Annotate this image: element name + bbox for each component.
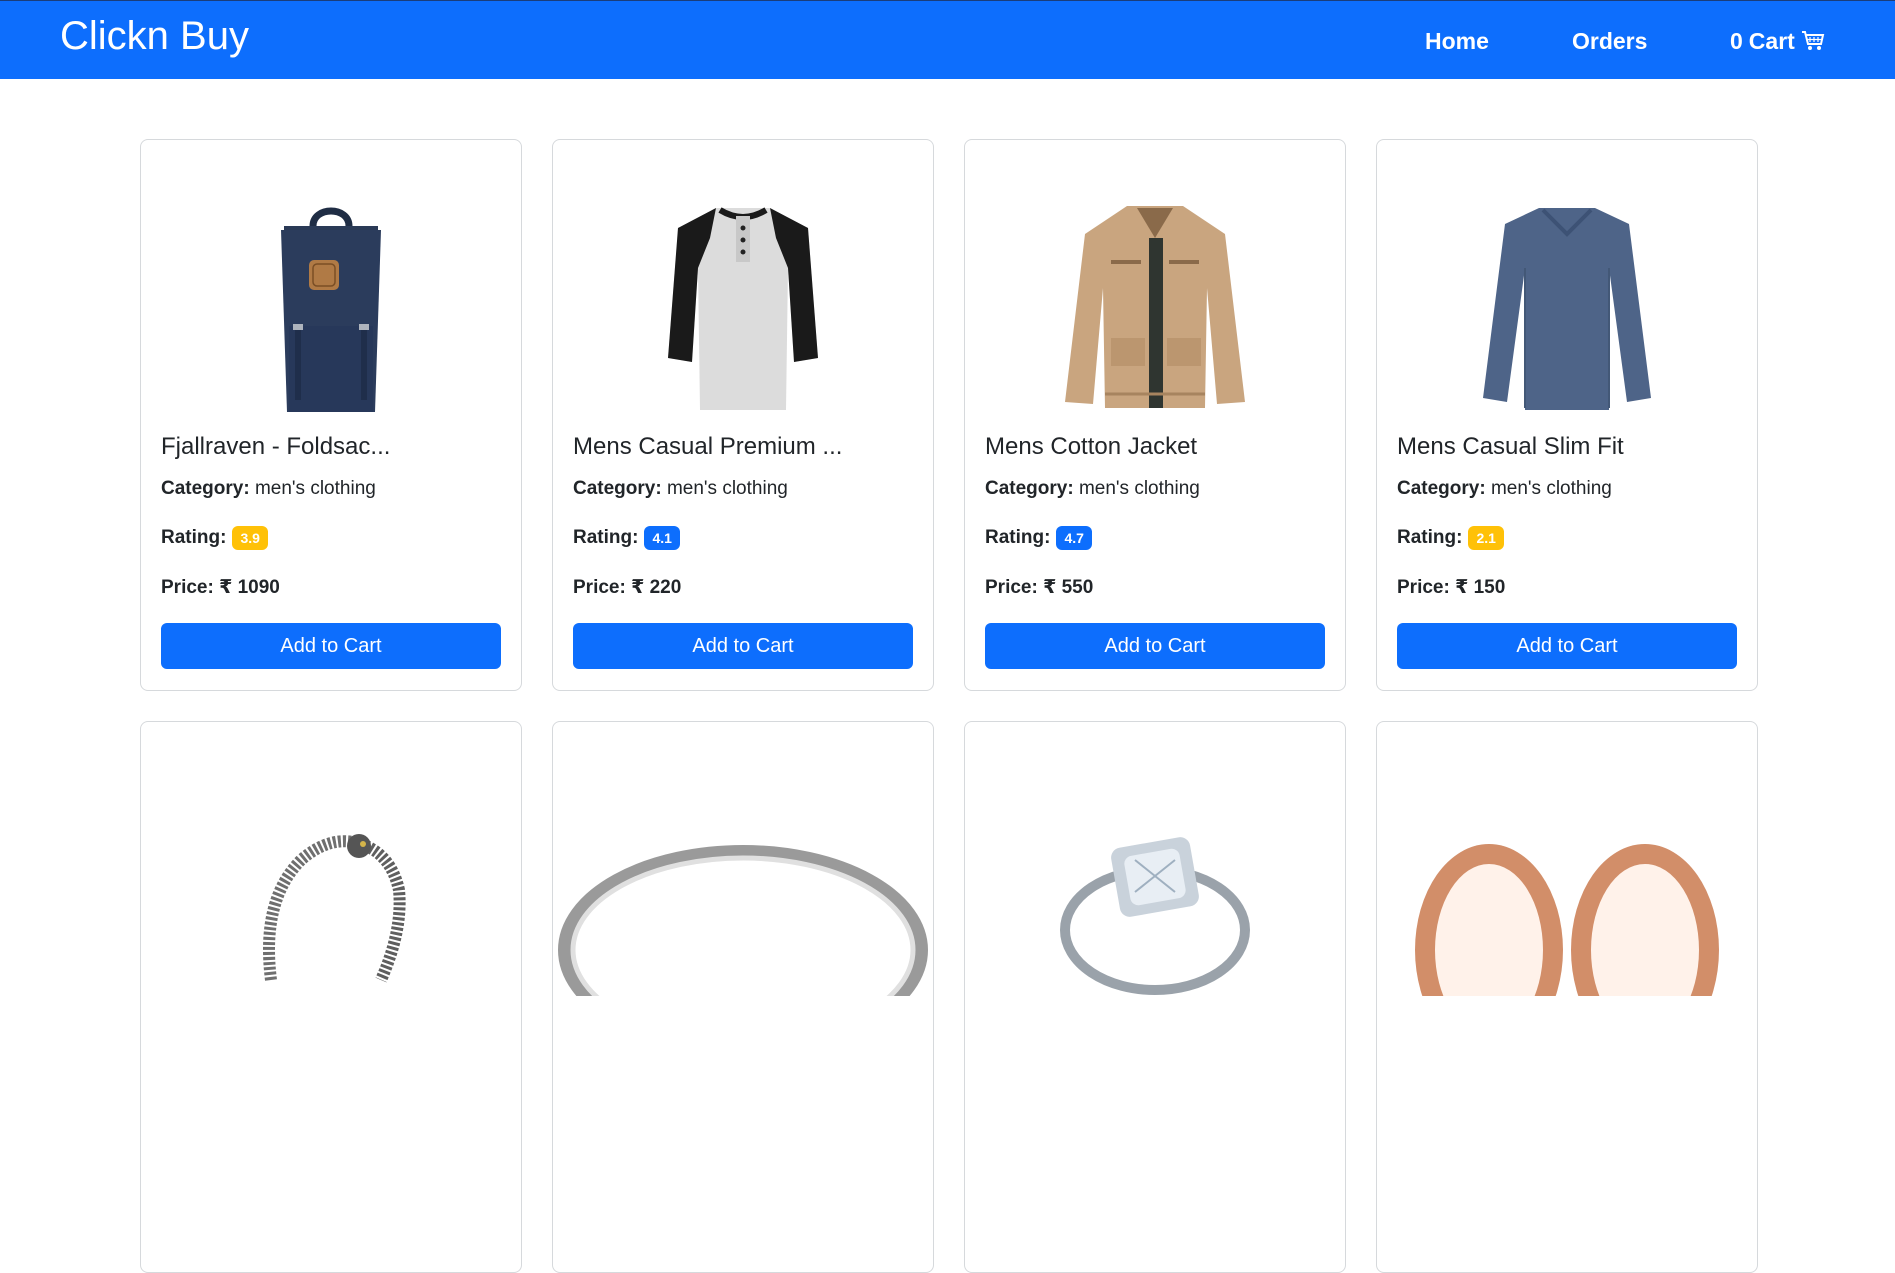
product-rating: Rating: 3.9 [161,525,268,551]
product-title: Mens Casual Slim Fit [1397,433,1624,460]
price-label: Price: [1397,577,1450,598]
product-card: Mens Casual Slim Fit Category: men's clo… [1376,139,1758,691]
brand-logo[interactable]: Clickn Buy [60,12,249,60]
rating-label: Rating: [985,527,1051,548]
product-card: Fjallraven - Foldsac... Category: men's … [140,139,522,691]
rating-badge: 3.9 [232,526,268,550]
currency-symbol: ₹ [1043,577,1057,598]
currency-symbol: ₹ [219,577,233,598]
cart-count: 0 [1730,28,1743,54]
category-label: Category: [985,478,1074,499]
category-value: men's clothing [1078,478,1200,499]
price-value: 1090 [237,577,280,598]
product-image-backpack[interactable] [231,198,431,414]
product-rating: Rating: 4.7 [985,525,1092,551]
price-label: Price: [985,577,1038,598]
rating-label: Rating: [573,527,639,548]
rating-badge: 4.7 [1056,526,1092,550]
price-label: Price: [573,577,626,598]
product-category: Category: men's clothing [985,477,1200,501]
product-category: Category: men's clothing [573,477,788,501]
product-card [552,721,934,1273]
product-card [964,721,1346,1273]
nav-orders-link[interactable]: Orders [1572,27,1647,55]
product-image-jacket[interactable] [1055,198,1255,414]
rating-badge: 2.1 [1468,526,1504,550]
product-title: Fjallraven - Foldsac... [161,433,391,460]
product-category: Category: men's clothing [161,477,376,501]
category-label: Category: [161,478,250,499]
product-price: Price: ₹ 220 [573,576,681,600]
category-value: men's clothing [254,478,376,499]
product-rating: Rating: 2.1 [1397,525,1504,551]
price-value: 220 [649,577,682,598]
product-grid: Fjallraven - Foldsac... Category: men's … [140,139,1760,1273]
product-title: Mens Cotton Jacket [985,433,1198,460]
rating-badge: 4.1 [644,526,680,550]
category-value: men's clothing [666,478,788,499]
product-image-rose-gold-plugs[interactable] [1377,780,1757,996]
category-label: Category: [1397,478,1486,499]
product-price: Price: ₹ 150 [1397,576,1505,600]
category-value: men's clothing [1490,478,1612,499]
product-card [1376,721,1758,1273]
product-image-diamond-ring[interactable] [1055,780,1255,996]
add-to-cart-button[interactable]: Add to Cart [985,623,1325,669]
price-value: 550 [1061,577,1094,598]
cart-label: Cart [1748,28,1795,54]
add-to-cart-button[interactable]: Add to Cart [573,623,913,669]
product-category: Category: men's clothing [1397,477,1612,501]
price-value: 150 [1473,577,1506,598]
shopping-cart-icon [1801,30,1825,52]
product-price: Price: ₹ 550 [985,576,1093,600]
rating-label: Rating: [1397,527,1463,548]
price-label: Price: [161,577,214,598]
product-rating: Rating: 4.1 [573,525,680,551]
add-to-cart-button[interactable]: Add to Cart [161,623,501,669]
category-label: Category: [573,478,662,499]
currency-symbol: ₹ [631,577,645,598]
currency-symbol: ₹ [1455,577,1469,598]
product-image-silver-ring[interactable] [553,780,933,996]
nav-cart-link[interactable]: 0 Cart [1730,27,1825,55]
product-price: Price: ₹ 1090 [161,576,280,600]
product-image-raglan-tshirt[interactable] [643,198,843,414]
rating-label: Rating: [161,527,227,548]
product-card: Mens Cotton Jacket Category: men's cloth… [964,139,1346,691]
product-card [140,721,522,1273]
nav-home-link[interactable]: Home [1425,27,1489,55]
product-title: Mens Casual Premium ... [573,433,843,460]
product-image-chain-bracelet[interactable] [231,780,431,996]
add-to-cart-button[interactable]: Add to Cart [1397,623,1737,669]
product-card: Mens Casual Premium ... Category: men's … [552,139,934,691]
navbar: Clickn Buy Home Orders 0 Cart [0,0,1895,79]
product-image-longsleeve-shirt[interactable] [1467,198,1667,414]
